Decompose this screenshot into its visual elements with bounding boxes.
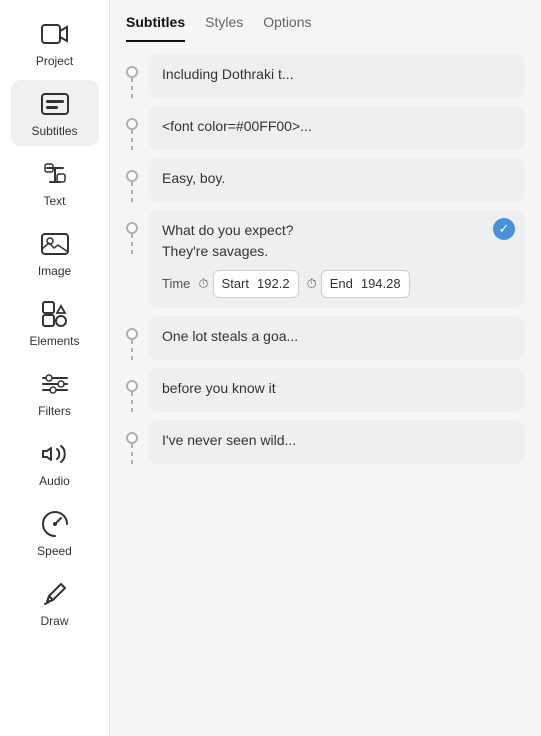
subtitle-text-3: Easy, boy.	[162, 170, 225, 186]
timeline-line-7	[131, 444, 133, 464]
sidebar-item-elements-label: Elements	[29, 334, 79, 348]
sidebar-item-speed-label: Speed	[37, 544, 72, 558]
timeline-line-5	[131, 340, 133, 360]
tab-options[interactable]: Options	[263, 14, 311, 42]
subtitle-row-selected: ✓ What do you expect? They're savages. T…	[126, 210, 525, 308]
sidebar-item-draw[interactable]: Draw	[11, 570, 99, 636]
subtitle-row: Including Dothraki t...	[126, 54, 525, 98]
clock-icon-start: ⏱	[198, 274, 208, 294]
subtitles-icon	[39, 88, 71, 120]
timeline-line-3	[131, 182, 133, 202]
subtitle-text-4-line1: What do you expect?	[162, 220, 483, 241]
time-end-input[interactable]: End 194.28	[321, 270, 410, 298]
subtitle-card-1[interactable]: Including Dothraki t...	[148, 54, 525, 98]
timeline-line-2	[131, 130, 133, 150]
timeline-line-4	[131, 234, 133, 254]
sidebar-item-filters[interactable]: Filters	[11, 360, 99, 426]
timeline-dot-container-5	[126, 316, 138, 360]
image-icon	[39, 228, 71, 260]
timeline-dot-container-2	[126, 106, 138, 150]
subtitle-card-6[interactable]: before you know it	[148, 368, 525, 412]
tab-styles[interactable]: Styles	[205, 14, 243, 42]
subtitle-row: I've never seen wild...	[126, 420, 525, 464]
subtitle-text-6: before you know it	[162, 380, 276, 396]
subtitle-text-2: <font color=#00FF00>...	[162, 118, 312, 134]
time-row: Time ⏱ Start 192.2 ⏱ End	[162, 270, 511, 298]
subtitle-card-4[interactable]: ✓ What do you expect? They're savages. T…	[148, 210, 525, 308]
main-content: Subtitles Styles Options Including Dothr…	[110, 0, 541, 736]
time-start-group: ⏱ Start 192.2	[198, 270, 298, 298]
subtitle-row: <font color=#00FF00>...	[126, 106, 525, 150]
sidebar-item-image-label: Image	[38, 264, 71, 278]
sidebar-item-text[interactable]: Text	[11, 150, 99, 216]
sidebar-item-text-label: Text	[43, 194, 65, 208]
subtitle-card-3[interactable]: Easy, boy.	[148, 158, 525, 202]
timeline-line-1	[131, 78, 133, 98]
tab-subtitles[interactable]: Subtitles	[126, 14, 185, 42]
timeline-dot-4	[126, 222, 138, 234]
timeline-dot-container-4	[126, 210, 138, 254]
subtitle-list: Including Dothraki t... <font color=#00F…	[110, 42, 541, 736]
subtitle-text-7: I've never seen wild...	[162, 432, 296, 448]
clock-icon-end: ⏱	[307, 274, 317, 294]
sidebar: Project Subtitles Text	[0, 0, 110, 736]
subtitle-text-5: One lot steals a goa...	[162, 328, 298, 344]
sidebar-item-image[interactable]: Image	[11, 220, 99, 286]
time-end-group: ⏱ End 194.28	[307, 270, 410, 298]
timeline-dot-5	[126, 328, 138, 340]
subtitle-row: One lot steals a goa...	[126, 316, 525, 360]
time-label: Time	[162, 274, 190, 294]
start-label: Start	[222, 274, 249, 294]
draw-icon	[39, 578, 71, 610]
timeline-dot-container-1	[126, 54, 138, 98]
audio-icon	[39, 438, 71, 470]
filters-icon	[39, 368, 71, 400]
start-value-num: 192.2	[257, 274, 290, 294]
subtitle-text-1: Including Dothraki t...	[162, 66, 294, 82]
sidebar-item-draw-label: Draw	[40, 614, 68, 628]
sidebar-item-elements[interactable]: Elements	[11, 290, 99, 356]
sidebar-item-subtitles-label: Subtitles	[31, 124, 77, 138]
timeline-dot-1	[126, 66, 138, 78]
timeline-dot-container-7	[126, 420, 138, 464]
check-badge: ✓	[493, 218, 515, 240]
speed-icon	[39, 508, 71, 540]
subtitle-card-7[interactable]: I've never seen wild...	[148, 420, 525, 464]
elements-icon	[39, 298, 71, 330]
subtitle-card-2[interactable]: <font color=#00FF00>...	[148, 106, 525, 150]
video-icon	[39, 18, 71, 50]
end-value-num: 194.28	[361, 274, 401, 294]
sidebar-item-speed[interactable]: Speed	[11, 500, 99, 566]
sidebar-item-audio[interactable]: Audio	[11, 430, 99, 496]
sidebar-item-filters-label: Filters	[38, 404, 71, 418]
timeline-dot-7	[126, 432, 138, 444]
timeline-dot-container-6	[126, 368, 138, 412]
subtitle-row: Easy, boy.	[126, 158, 525, 202]
timeline-dot-container-3	[126, 158, 138, 202]
end-label: End	[330, 274, 353, 294]
timeline-dot-3	[126, 170, 138, 182]
sidebar-item-project[interactable]: Project	[11, 10, 99, 76]
timeline-line-6	[131, 392, 133, 412]
tab-bar: Subtitles Styles Options	[110, 0, 541, 42]
timeline-dot-2	[126, 118, 138, 130]
time-start-input[interactable]: Start 192.2	[213, 270, 299, 298]
subtitle-card-5[interactable]: One lot steals a goa...	[148, 316, 525, 360]
text-icon	[39, 158, 71, 190]
timeline-dot-6	[126, 380, 138, 392]
subtitle-row: before you know it	[126, 368, 525, 412]
sidebar-item-project-label: Project	[36, 54, 73, 68]
subtitle-text-4-line2: They're savages.	[162, 241, 511, 262]
sidebar-item-subtitles[interactable]: Subtitles	[11, 80, 99, 146]
sidebar-item-audio-label: Audio	[39, 474, 70, 488]
